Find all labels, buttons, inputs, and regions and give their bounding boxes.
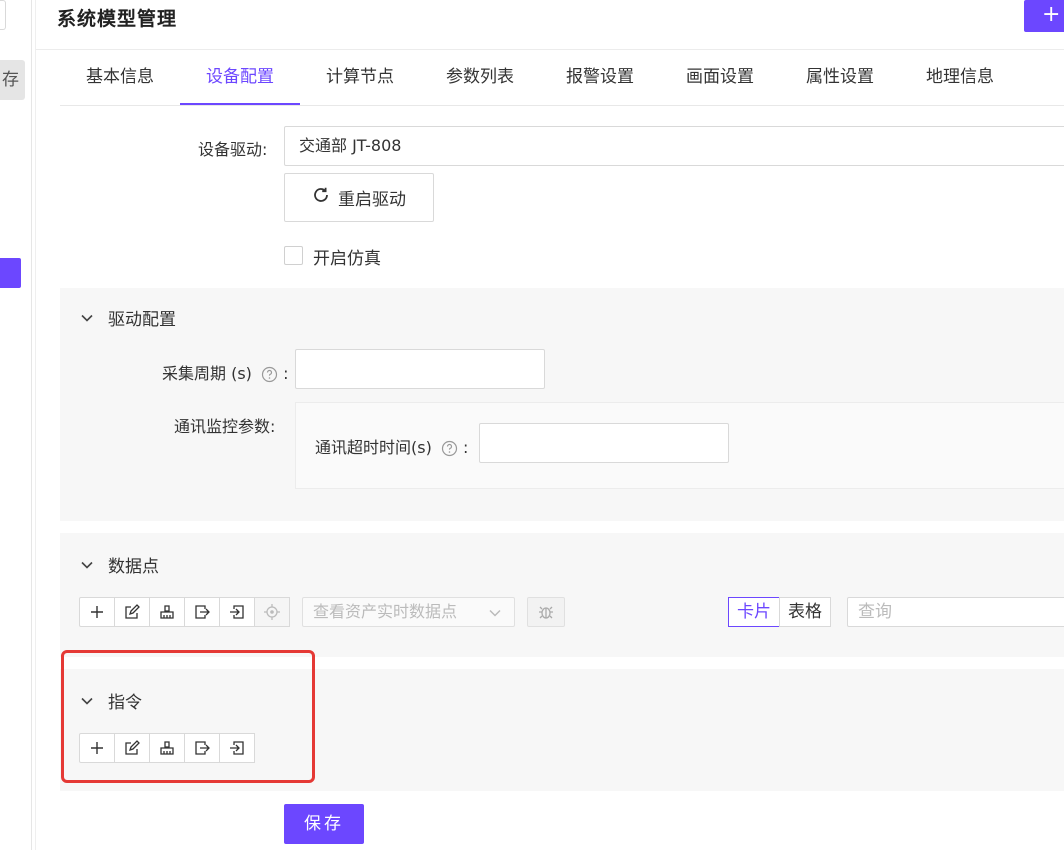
edit-icon — [125, 604, 140, 619]
driver-select[interactable]: 交通部 JT-808 — [284, 126, 1064, 166]
tab-property-settings[interactable]: 属性设置 — [780, 50, 900, 106]
locate-button[interactable] — [254, 597, 290, 627]
annotation-highlight-box — [61, 650, 315, 783]
plus-icon — [91, 606, 103, 618]
add-button-label: + — [1042, 2, 1061, 27]
view-toggle: 卡片 表格 — [728, 597, 831, 627]
timeout-label: 通讯超时时间(s) : — [315, 438, 469, 457]
sidebar-save-button-fragment[interactable]: 存 — [0, 60, 25, 100]
help-icon[interactable] — [261, 366, 278, 383]
edit-button[interactable] — [114, 597, 150, 627]
card-view-button[interactable]: 卡片 — [728, 597, 780, 627]
driver-label: 设备驱动: — [198, 140, 268, 159]
tab-device-config[interactable]: 设备配置 — [180, 50, 300, 106]
tabs-divider — [60, 105, 1064, 106]
sidebar-divider — [35, 0, 36, 850]
tab-screen-settings[interactable]: 画面设置 — [660, 50, 780, 106]
sidebar-fragment: 存 — [0, 0, 36, 850]
target-icon — [264, 604, 280, 620]
clean-button[interactable] — [149, 597, 185, 627]
help-icon[interactable] — [441, 440, 458, 457]
simulate-checkbox[interactable] — [284, 246, 303, 265]
debug-button[interactable] — [527, 597, 565, 627]
driver-config-title: 驱动配置 — [108, 310, 176, 330]
tab-alarm-settings[interactable]: 报警设置 — [540, 50, 660, 106]
table-view-button[interactable]: 表格 — [779, 597, 831, 627]
chevron-down-icon — [81, 561, 93, 569]
tab-geo-info[interactable]: 地理信息 — [900, 50, 1020, 106]
simulate-label: 开启仿真 — [313, 249, 381, 269]
period-label-text: 采集周期 (s) — [162, 364, 252, 383]
sidebar-button-char: 存 — [2, 70, 19, 90]
refresh-icon — [312, 186, 330, 209]
tab-bar: 基本信息 设备配置 计算节点 参数列表 报警设置 画面设置 属性设置 地理信息 — [60, 50, 1020, 106]
datapoints-title: 数据点 — [108, 557, 159, 577]
sidebar-selected-item-fragment[interactable] — [0, 258, 21, 288]
tab-parameter-list[interactable]: 参数列表 — [420, 50, 540, 106]
timeout-input[interactable] — [479, 423, 729, 463]
broom-icon — [160, 605, 174, 619]
restart-driver-label: 重启驱动 — [338, 190, 406, 210]
export-button[interactable] — [184, 597, 220, 627]
save-button[interactable]: 保存 — [284, 804, 364, 844]
monitor-label: 通讯监控参数: — [174, 417, 276, 436]
query-input[interactable]: 查询 — [847, 597, 1064, 627]
export-icon — [195, 605, 210, 619]
restart-driver-button[interactable]: 重启驱动 — [284, 173, 434, 222]
import-button[interactable] — [219, 597, 255, 627]
tab-basic-info[interactable]: 基本信息 — [60, 50, 180, 106]
period-input[interactable] — [295, 349, 545, 389]
datapoints-header[interactable]: 数据点 — [80, 552, 159, 577]
driver-config-header[interactable]: 驱动配置 — [80, 305, 176, 330]
tab-compute-nodes[interactable]: 计算节点 — [300, 50, 420, 106]
add-button[interactable]: + — [1024, 0, 1064, 32]
realtime-datapoints-select[interactable]: 查看资产实时数据点 — [302, 597, 515, 627]
timeout-label-text: 通讯超时时间(s) — [315, 438, 432, 457]
page-title: 系统模型管理 — [57, 8, 178, 30]
chevron-down-icon — [81, 314, 93, 322]
bug-icon — [539, 606, 553, 619]
import-icon — [230, 605, 244, 619]
select-placeholder: 查看资产实时数据点 — [313, 602, 458, 621]
sidebar-search-fragment[interactable] — [0, 0, 6, 30]
period-label: 采集周期 (s) : — [162, 364, 289, 383]
chevron-down-icon — [489, 609, 501, 617]
add-button[interactable] — [79, 597, 115, 627]
datapoints-panel — [60, 533, 1064, 657]
datapoints-toolbar — [79, 597, 290, 627]
